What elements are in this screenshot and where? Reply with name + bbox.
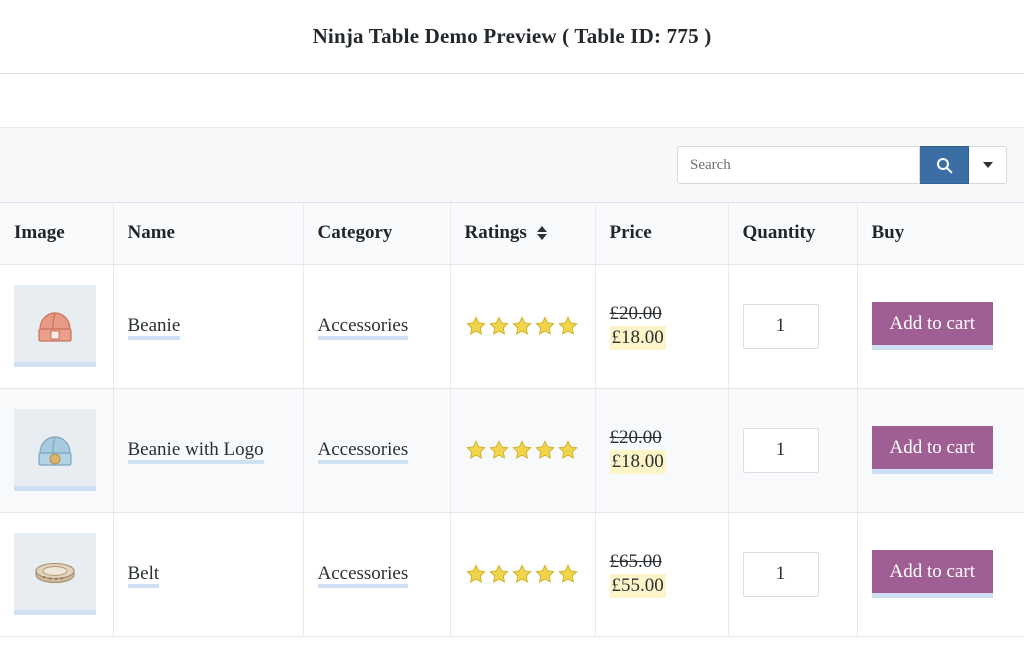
- product-category-link[interactable]: Accessories: [318, 315, 409, 340]
- table-row: Beanie Accessories £20.00: [0, 264, 1024, 388]
- column-header-buy[interactable]: Buy: [857, 203, 1024, 264]
- cell-buy: Add to cart: [857, 264, 1024, 388]
- table-toolbar: [0, 127, 1024, 203]
- column-header-quantity-label: Quantity: [743, 222, 816, 244]
- star-icon: [511, 439, 533, 461]
- search-group: [677, 146, 1007, 184]
- cell-name: Belt: [113, 512, 303, 636]
- beanie-icon: [28, 297, 82, 351]
- star-icon: [465, 315, 487, 337]
- star-icon: [511, 315, 533, 337]
- table-header-row: Image Name Category Ratings: [0, 203, 1024, 264]
- cell-image: [0, 388, 113, 512]
- cell-image: [0, 264, 113, 388]
- beanie-with-logo-icon: [28, 421, 82, 475]
- cell-ratings: [450, 512, 595, 636]
- price-original: £20.00: [610, 426, 714, 450]
- products-table: Image Name Category Ratings: [0, 203, 1024, 637]
- cell-quantity: [728, 264, 857, 388]
- belt-icon: [28, 545, 82, 599]
- cell-quantity: [728, 388, 857, 512]
- star-icon: [465, 439, 487, 461]
- add-to-cart-button[interactable]: Add to cart: [872, 550, 993, 599]
- search-icon: [936, 157, 953, 174]
- product-category-link[interactable]: Accessories: [318, 563, 409, 588]
- cell-buy: Add to cart: [857, 512, 1024, 636]
- product-name-link[interactable]: Beanie with Logo: [128, 439, 264, 464]
- search-button[interactable]: [920, 146, 969, 184]
- cell-image: [0, 512, 113, 636]
- product-category-link[interactable]: Accessories: [318, 439, 409, 464]
- chevron-down-icon: [983, 162, 993, 168]
- rating-stars: [465, 563, 581, 585]
- sort-ascending-icon: [537, 226, 547, 232]
- star-icon: [534, 563, 556, 585]
- price-sale: £55.00: [610, 574, 666, 598]
- search-input[interactable]: [677, 146, 920, 184]
- rating-stars: [465, 439, 581, 461]
- sort-toggle-icon[interactable]: [537, 226, 547, 240]
- page-header: Ninja Table Demo Preview ( Table ID: 775…: [0, 0, 1024, 74]
- star-icon: [511, 563, 533, 585]
- cell-price: £20.00 £18.00: [595, 264, 728, 388]
- column-header-price-label: Price: [610, 222, 652, 244]
- quantity-input[interactable]: [743, 552, 819, 597]
- column-header-image[interactable]: Image: [0, 203, 113, 264]
- cell-name: Beanie: [113, 264, 303, 388]
- cell-ratings: [450, 388, 595, 512]
- cell-category: Accessories: [303, 388, 450, 512]
- column-header-category[interactable]: Category: [303, 203, 450, 264]
- star-icon: [465, 563, 487, 585]
- cell-category: Accessories: [303, 264, 450, 388]
- cell-name: Beanie with Logo: [113, 388, 303, 512]
- table-body: Beanie Accessories £20.00: [0, 264, 1024, 636]
- column-header-quantity[interactable]: Quantity: [728, 203, 857, 264]
- rating-stars: [465, 315, 581, 337]
- price-original: £20.00: [610, 302, 714, 326]
- star-icon: [534, 315, 556, 337]
- add-to-cart-button[interactable]: Add to cart: [872, 302, 993, 351]
- star-icon: [534, 439, 556, 461]
- column-header-category-label: Category: [318, 222, 393, 244]
- star-icon: [557, 439, 579, 461]
- product-thumbnail[interactable]: [14, 409, 96, 491]
- column-header-name-label: Name: [128, 222, 175, 244]
- column-header-image-label: Image: [14, 222, 65, 244]
- column-header-ratings[interactable]: Ratings: [450, 203, 595, 264]
- ninja-table-container: Image Name Category Ratings: [0, 127, 1024, 637]
- product-name-link[interactable]: Belt: [128, 563, 160, 588]
- cell-ratings: [450, 264, 595, 388]
- quantity-input[interactable]: [743, 428, 819, 473]
- price-original: £65.00: [610, 550, 714, 574]
- quantity-input[interactable]: [743, 304, 819, 349]
- product-thumbnail[interactable]: [14, 285, 96, 367]
- product-name-link[interactable]: Beanie: [128, 315, 181, 340]
- star-icon: [488, 439, 510, 461]
- star-icon: [557, 315, 579, 337]
- cell-buy: Add to cart: [857, 388, 1024, 512]
- cell-category: Accessories: [303, 512, 450, 636]
- product-thumbnail[interactable]: [14, 533, 96, 615]
- price-sale: £18.00: [610, 450, 666, 474]
- header-spacer: [0, 74, 1024, 127]
- cell-quantity: [728, 512, 857, 636]
- star-icon: [557, 563, 579, 585]
- search-options-dropdown-button[interactable]: [969, 146, 1007, 184]
- add-to-cart-button[interactable]: Add to cart: [872, 426, 993, 475]
- star-icon: [488, 563, 510, 585]
- sort-descending-icon: [537, 234, 547, 240]
- cell-price: £65.00 £55.00: [595, 512, 728, 636]
- star-icon: [488, 315, 510, 337]
- price-sale: £18.00: [610, 326, 666, 350]
- table-row: Belt Accessories £65.00: [0, 512, 1024, 636]
- table-row: Beanie with Logo Accessories: [0, 388, 1024, 512]
- column-header-buy-label: Buy: [872, 222, 905, 244]
- column-header-ratings-label: Ratings: [465, 222, 527, 244]
- page-title: Ninja Table Demo Preview ( Table ID: 775…: [313, 24, 712, 49]
- cell-price: £20.00 £18.00: [595, 388, 728, 512]
- column-header-name[interactable]: Name: [113, 203, 303, 264]
- table-head: Image Name Category Ratings: [0, 203, 1024, 264]
- column-header-price[interactable]: Price: [595, 203, 728, 264]
